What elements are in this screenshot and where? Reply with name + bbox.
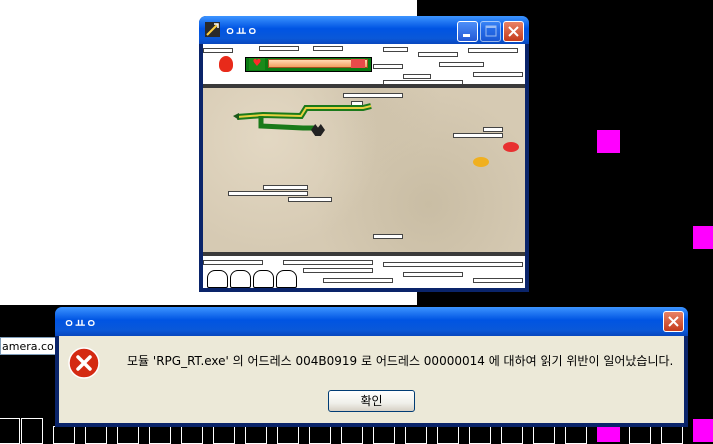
- flame-icon: [219, 56, 233, 72]
- red-fish-icon: [503, 142, 519, 152]
- magenta-block: [693, 226, 713, 249]
- heart-icon: ♥: [249, 58, 265, 70]
- ok-button[interactable]: 확인: [328, 390, 415, 412]
- maximize-button: [480, 21, 501, 42]
- magenta-block: [597, 426, 620, 442]
- hud-top-wall: ♥: [203, 44, 525, 85]
- game-window-titlebar[interactable]: ㅇㅛㅇ: [199, 16, 529, 44]
- error-dialog: ㅇㅛㅇ 모듈 'RPG_RT.exe' 의 어드레스 004B0919 로 어드…: [55, 307, 688, 427]
- game-viewport[interactable]: ♥: [203, 44, 525, 288]
- close-icon: [508, 26, 519, 37]
- error-message: 모듈 'RPG_RT.exe' 의 어드레스 004B0919 로 어드레스 0…: [127, 354, 674, 368]
- sword-app-icon: [205, 22, 220, 37]
- close-icon: [668, 316, 679, 327]
- inventory-slot[interactable]: [253, 270, 274, 288]
- inventory-slots: [207, 270, 297, 288]
- error-dialog-titlebar[interactable]: ㅇㅛㅇ: [55, 307, 688, 336]
- error-dialog-title: ㅇㅛㅇ: [64, 317, 98, 330]
- snake-creature: [233, 103, 372, 131]
- inventory-slot[interactable]: [276, 270, 297, 288]
- magenta-block: [597, 130, 620, 153]
- minimize-icon: [463, 34, 470, 37]
- taskbar-partial-label[interactable]: amera.co: [0, 337, 58, 355]
- game-window: ㅇㅛㅇ ♥: [199, 16, 529, 292]
- yellow-fish-icon: [473, 157, 489, 167]
- magenta-block: [693, 419, 713, 442]
- game-window-title: ㅇㅛㅇ: [225, 25, 259, 38]
- error-dialog-close-button[interactable]: [663, 311, 684, 332]
- maximize-icon: [485, 25, 497, 37]
- inventory-slot[interactable]: [207, 270, 228, 288]
- error-dialog-body: 모듈 'RPG_RT.exe' 의 어드레스 004B0919 로 어드레스 0…: [59, 336, 684, 423]
- minimize-button[interactable]: [457, 21, 478, 42]
- inventory-slot[interactable]: [230, 270, 251, 288]
- close-button[interactable]: [503, 21, 524, 42]
- game-floor: [203, 88, 525, 254]
- error-icon: [68, 347, 100, 379]
